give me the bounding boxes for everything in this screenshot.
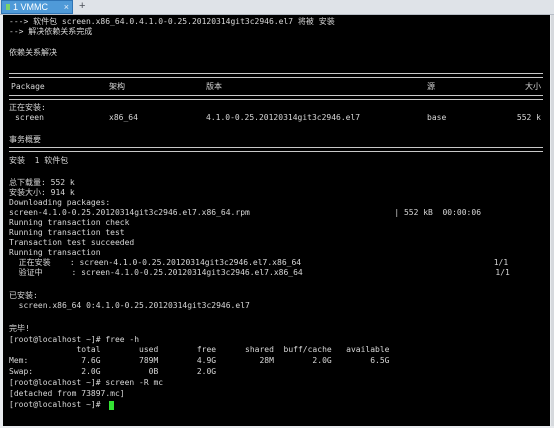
terminal-line: ---> 软件包 screen.x86_64.0.4.1.0-0.25.2012… — [9, 17, 335, 26]
table-cell-repo: base — [427, 113, 447, 122]
table-header-size: 大小 — [525, 82, 541, 91]
table-header-version: 版本 — [206, 82, 222, 91]
table-header-repo: 源 — [427, 82, 435, 91]
connection-status-icon — [6, 4, 10, 10]
table-header-arch: 架构 — [109, 82, 125, 91]
terminal-line: 完毕! — [9, 324, 30, 333]
terminal-line: Downloading packages: — [9, 198, 111, 207]
terminal-line: [root@localhost ~]# screen -R mc — [9, 378, 164, 387]
terminal-line: Swap: 2.0G 0B 2.0G — [9, 367, 217, 376]
table-separator — [9, 147, 543, 152]
terminal-line: 已安装: — [9, 291, 38, 300]
terminal-line: screen-4.1.0-0.25.20120314git3c2946.el7.… — [9, 208, 482, 217]
terminal-line: [root@localhost ~]# free -h — [9, 335, 140, 344]
terminal-line: 验证中 : screen-4.1.0-0.25.20120314git3c294… — [9, 268, 510, 277]
install-summary: 安装 1 软件包 — [9, 156, 69, 165]
terminal-line: 正在安装 : screen-4.1.0-0.25.20120314git3c29… — [9, 258, 509, 267]
tab-bar: 1 VMMC × + — [0, 0, 554, 15]
terminal-line: total used free shared buff/cache availa… — [9, 345, 390, 354]
table-cell-package: screen — [15, 113, 44, 122]
tab-vmmc[interactable]: 1 VMMC × — [1, 0, 73, 14]
close-tab-icon[interactable]: × — [64, 1, 69, 13]
terminal-prompt: [root@localhost ~]# — [9, 400, 106, 409]
summary-title: 事务概要 — [9, 135, 41, 144]
table-cell-version: 4.1.0-0.25.20120314git3c2946.el7 — [206, 113, 361, 122]
terminal-line: screen.x86_64 0:4.1.0-0.25.20120314git3c… — [9, 301, 250, 310]
terminal-line: Running transaction check — [9, 218, 130, 227]
table-header-package: Package — [11, 82, 45, 91]
terminal-cursor — [109, 401, 114, 410]
terminal-line: [detached from 73897.mc] — [9, 389, 125, 398]
tab-label: 1 VMMC — [13, 2, 49, 12]
table-section: 正在安装: — [9, 103, 46, 112]
terminal-line: Mem: 7.6G 789M 4.9G 28M 2.0G 6.5G — [9, 356, 390, 365]
terminal-line: --> 解决依赖关系完成 — [9, 27, 93, 36]
terminal-window[interactable]: ---> 软件包 screen.x86_64.0.4.1.0-0.25.2012… — [3, 15, 550, 426]
terminal-line: 总下载量: 552 k — [9, 178, 75, 187]
new-tab-button[interactable]: + — [79, 0, 85, 14]
table-cell-size: 552 k — [516, 113, 541, 122]
terminal-line: Running transaction test — [9, 228, 125, 237]
table-separator — [9, 73, 543, 78]
terminal-line: Transaction test succeeded — [9, 238, 135, 247]
table-separator — [9, 95, 543, 100]
table-cell-arch: x86_64 — [109, 113, 138, 122]
terminal-line: Running transaction — [9, 248, 101, 257]
terminal-line: 安装大小: 914 k — [9, 188, 75, 197]
terminal-line: 依赖关系解决 — [9, 48, 57, 57]
